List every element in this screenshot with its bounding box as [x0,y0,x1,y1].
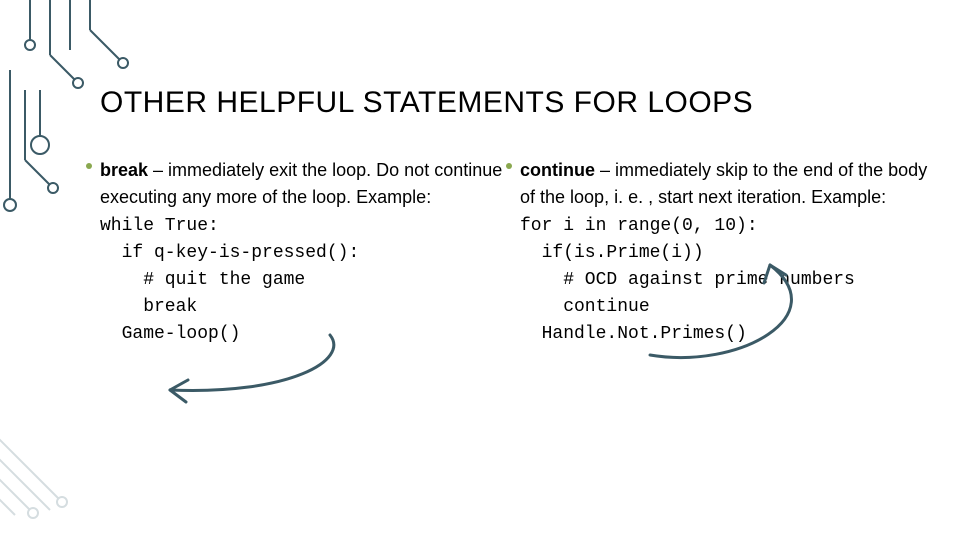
bullet-icon [506,163,512,169]
slide-title: OTHER HELPFUL STATEMENTS FOR LOOPS [100,85,940,121]
content-columns: break – immediately exit the loop. Do no… [100,157,940,348]
break-description: break – immediately exit the loop. Do no… [100,157,520,211]
continue-description: continue – immediately skip to the end o… [520,157,940,211]
bullet-icon [86,163,92,169]
left-column: break – immediately exit the loop. Do no… [100,157,520,348]
continue-code-example: for i in range(0, 10): if(is.Prime(i)) #… [520,213,940,348]
break-code-example: while True: if q-key-is-pressed(): # qui… [100,213,520,348]
right-column: continue – immediately skip to the end o… [520,157,940,348]
